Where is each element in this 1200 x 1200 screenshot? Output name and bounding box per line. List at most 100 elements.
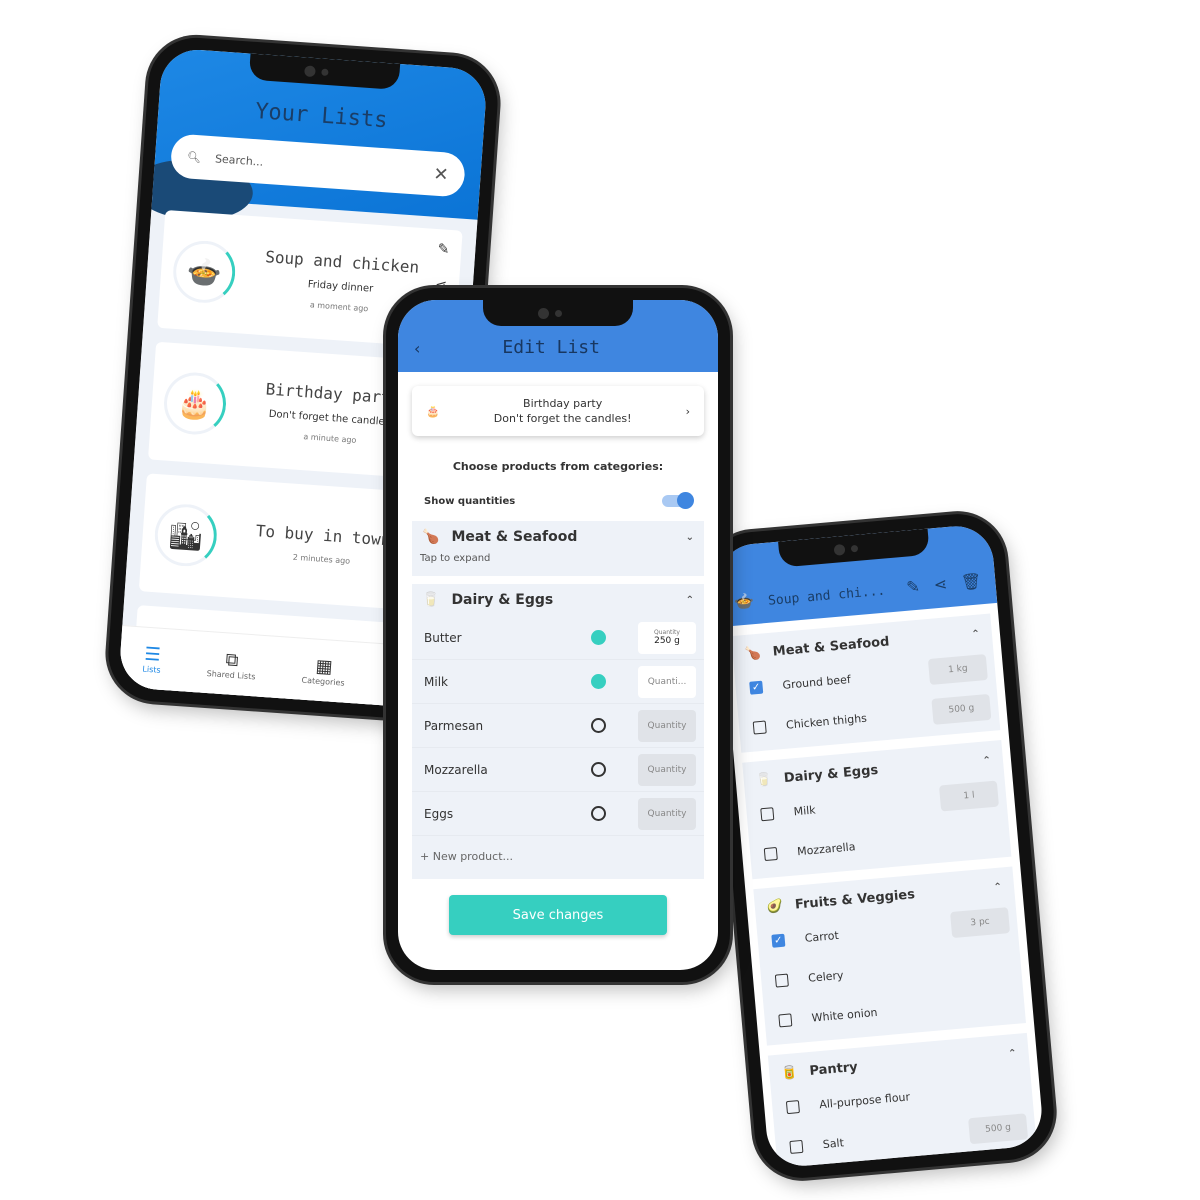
quantity-input[interactable]: Quantity <box>638 709 696 742</box>
page-title: Edit List <box>502 337 600 358</box>
sections: 🍗 Meat & Seafood ⌃ ✓ Ground beef 1 kg Chicken … <box>723 613 1044 1169</box>
show-quantities-toggle[interactable] <box>662 492 694 509</box>
item-name: Chicken thighs <box>785 711 868 732</box>
item-name: Ground beef <box>782 672 852 692</box>
edit-icon[interactable]: ✎ <box>437 241 450 258</box>
list-card[interactable]: 🎂 Birthday party Don't forget the candles… <box>412 386 704 436</box>
quantity-placeholder: Quantity <box>647 720 687 731</box>
quantity-input[interactable]: Quanti... <box>638 665 696 698</box>
category-icon: 🥑 <box>766 898 784 916</box>
item-checkbox[interactable] <box>774 973 789 988</box>
category-icon: 🥫 <box>780 1065 799 1082</box>
show-quantities-label: Show quantities <box>424 495 516 507</box>
section: 🥫 Pantry ⌃ All-purpose flour Salt 500 g <box>767 1032 1038 1169</box>
delete-icon[interactable]: 🗑︎ <box>960 571 982 592</box>
search-input[interactable]: 🔍︎ Search... ✕ <box>169 133 467 198</box>
category-dairy: 🥛 Dairy & Eggs ⌃ Butter Quantity 250 g Milk Qu… <box>412 584 704 879</box>
category-name: Dairy & Eggs <box>451 592 554 608</box>
list-thumbnail: 🏙 <box>152 502 219 569</box>
phone-edit: ‹ Edit List 🎂 Birthday party Don't forget… <box>386 288 730 982</box>
nav-list[interactable]: ☰ Lists <box>142 643 162 674</box>
item-quantity[interactable]: 1 kg <box>927 654 988 686</box>
quantity-placeholder: Quantity <box>647 764 687 775</box>
quantity-placeholder: Quanti... <box>647 676 687 687</box>
category-hint: Tap to expand <box>420 553 491 564</box>
product-name: Mozzarella <box>424 762 488 777</box>
section-name: Dairy & Eggs <box>783 762 879 787</box>
item-checkbox[interactable] <box>789 1139 804 1154</box>
search-icon: 🔍︎ <box>186 149 202 164</box>
quantity-input[interactable]: Quantity <box>638 797 696 830</box>
soup-icon: 🍲 <box>733 591 755 612</box>
nav-shared[interactable]: ⧉ Shared Lists <box>206 648 257 681</box>
detail-screen: 🍲 Soup and chi... ✎ ⋖ 🗑︎ 🍗 Meat & Seafood… <box>715 523 1045 1169</box>
product-row: Parmesan Quantity <box>412 704 704 748</box>
item-checkbox[interactable] <box>778 1012 793 1027</box>
product-select-radio[interactable] <box>591 718 606 733</box>
item-name: All-purpose flour <box>818 1089 911 1111</box>
search-placeholder: Search... <box>214 151 264 169</box>
chevron-down-icon: ⌄ <box>685 531 694 543</box>
list-icon: ☰ <box>143 643 162 666</box>
product-name: Milk <box>424 674 448 689</box>
item-quantity[interactable]: 500 g <box>931 693 992 725</box>
nav-label: Categories <box>301 675 345 688</box>
item-checkbox[interactable] <box>752 719 767 735</box>
clear-icon[interactable]: ✕ <box>433 163 450 185</box>
item-checkbox[interactable] <box>763 846 778 861</box>
item-name: Milk <box>793 803 817 818</box>
section-name: Meat & Seafood <box>772 634 890 660</box>
categories-icon: ▦ <box>314 655 334 678</box>
nav-label: Lists <box>142 664 161 675</box>
list-name: Birthday party <box>523 397 603 410</box>
section: 🍗 Meat & Seafood ⌃ ✓ Ground beef 1 kg Chicken … <box>731 613 1001 753</box>
item-checkbox[interactable] <box>785 1099 800 1114</box>
chevron-up-icon: ⌃ <box>1007 1047 1018 1060</box>
section: 🥑 Fruits & Veggies ⌃ ✓ Carrot 3 pc Celery White… <box>753 866 1026 1046</box>
chevron-up-icon: ⌃ <box>993 881 1003 894</box>
product-select-radio[interactable] <box>591 674 606 689</box>
list-thumbnail: 🍲 <box>171 238 238 305</box>
product-row: Mozzarella Quantity <box>412 748 704 792</box>
item-quantity[interactable]: 1 l <box>938 780 1000 812</box>
product-name: Eggs <box>424 806 454 821</box>
quantity-input[interactable]: Quantity <box>638 753 696 786</box>
chevron-up-icon: ⌃ <box>982 755 992 767</box>
quantity-label: Quantity <box>654 629 680 636</box>
item-name: Mozzarella <box>796 839 856 858</box>
item-quantity[interactable]: 500 g <box>968 1113 1029 1145</box>
nav-categories[interactable]: ▦ Categories <box>301 654 346 687</box>
chevron-up-icon: ⌃ <box>971 628 981 641</box>
edit-icon[interactable]: ✎ <box>906 577 921 597</box>
quantity-placeholder: Quantity <box>647 808 687 819</box>
list-note: Don't forget the candles! <box>493 412 632 425</box>
list-title: Soup and chicken <box>264 246 420 277</box>
product-select-radio[interactable] <box>591 762 606 777</box>
item-name: White onion <box>811 1005 878 1025</box>
item-quantity[interactable]: 3 pc <box>950 907 1011 939</box>
notch <box>483 300 633 326</box>
page-title: Your Lists <box>254 99 389 134</box>
product-name: Butter <box>424 630 462 645</box>
quantity-input[interactable]: Quantity 250 g <box>638 621 696 654</box>
item-checkbox[interactable]: ✓ <box>771 933 786 948</box>
milk-icon: 🥛 <box>422 592 440 608</box>
product-row: Butter Quantity 250 g <box>412 616 704 660</box>
item-checkbox[interactable] <box>760 806 775 821</box>
list-title: Soup and chi... <box>767 583 886 609</box>
item-name: Celery <box>807 968 844 985</box>
item-checkbox[interactable]: ✓ <box>749 680 764 695</box>
category-meat[interactable]: 🍗 Meat & Seafood ⌄ Tap to expand <box>412 521 704 576</box>
edit-screen: ‹ Edit List 🎂 Birthday party Don't forget… <box>398 300 718 970</box>
product-select-radio[interactable] <box>591 806 606 821</box>
category-header[interactable]: 🥛 Dairy & Eggs ⌃ <box>412 584 704 616</box>
share-icon[interactable]: ⋖ <box>933 574 948 594</box>
cake-icon: 🎂 <box>426 404 440 418</box>
category-icon: 🍗 <box>744 645 762 663</box>
product-select-radio[interactable] <box>591 630 606 645</box>
section: 🥛 Dairy & Eggs ⌃ Milk 1 l Mozzarella <box>742 740 1012 880</box>
chevron-right-icon: › <box>685 404 690 418</box>
new-product-button[interactable]: + New product... <box>412 836 704 879</box>
save-button[interactable]: Save changes <box>449 895 667 935</box>
category-name: Meat & Seafood <box>451 529 578 545</box>
